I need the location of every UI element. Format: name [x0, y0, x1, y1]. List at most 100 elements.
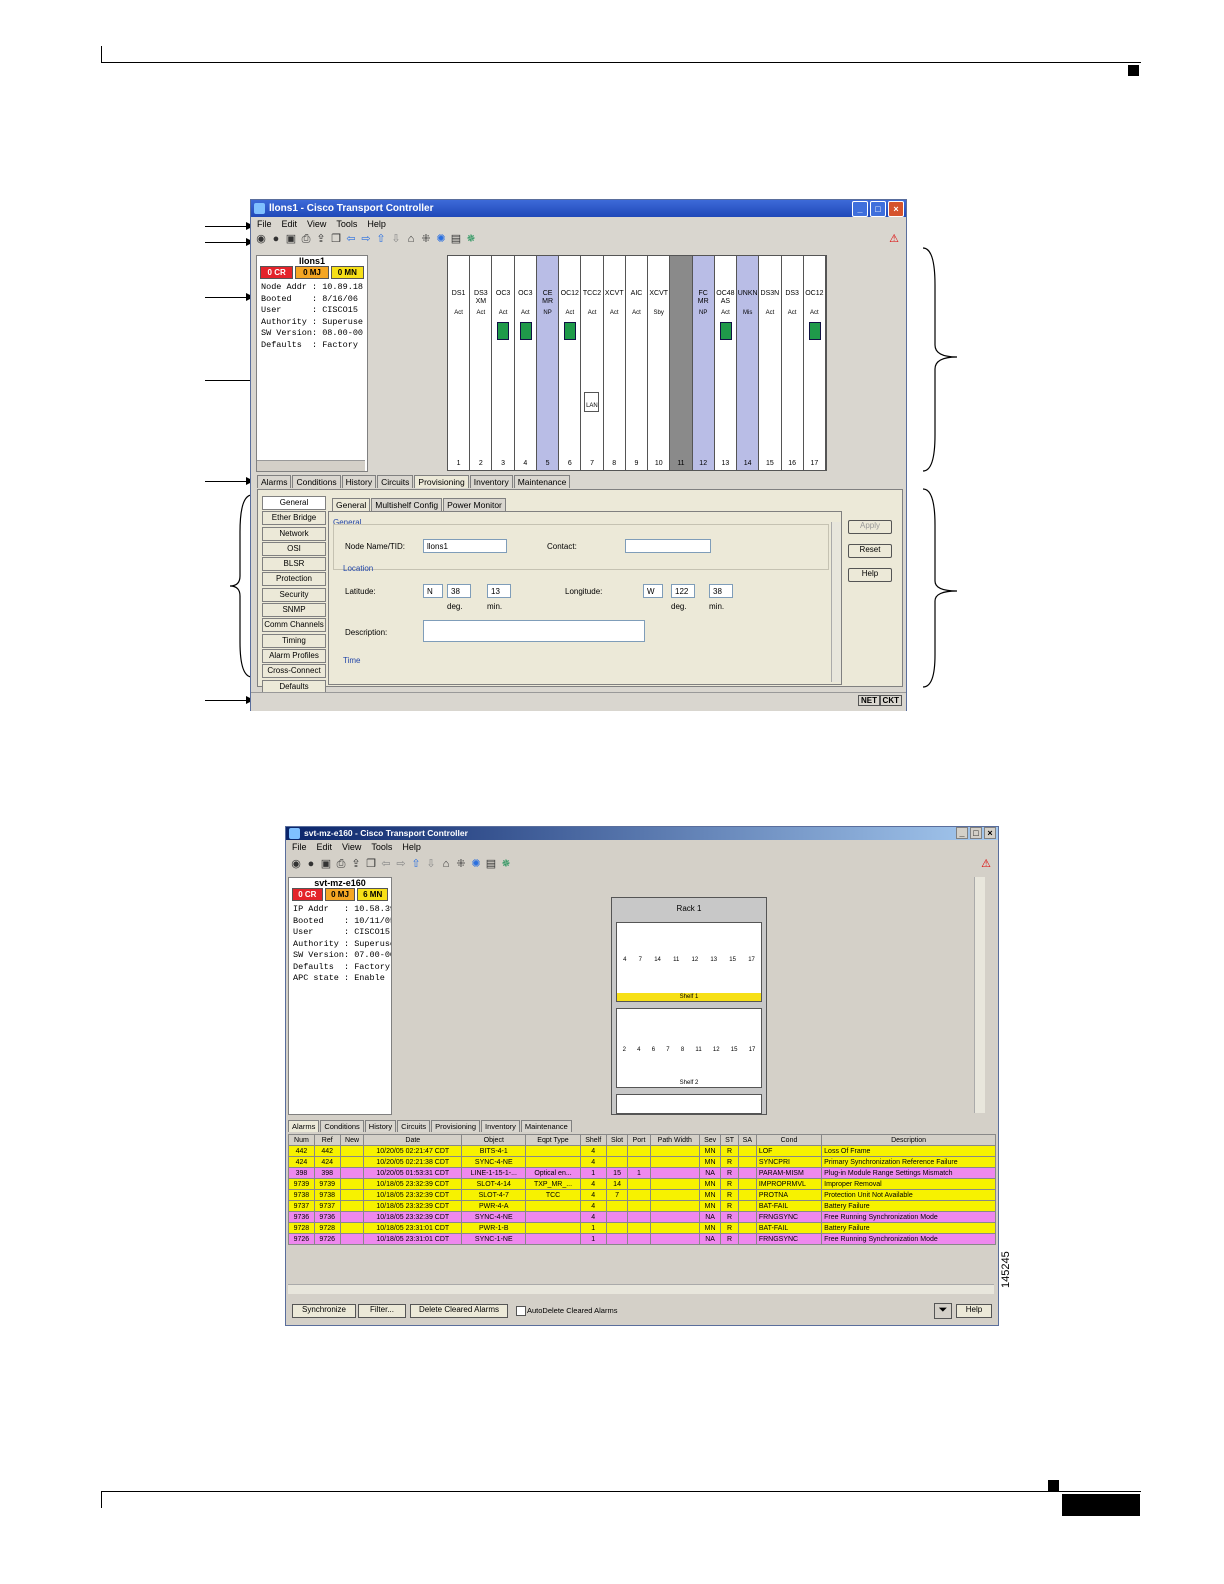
menu-file-2[interactable]: File	[292, 842, 307, 852]
subtab-multishelf[interactable]: Multishelf Config	[371, 498, 443, 511]
sidebar-button-security[interactable]: Security	[262, 587, 326, 602]
card-slot-16[interactable]: DS3 Act 16	[781, 256, 804, 470]
stop-icon-2[interactable]: ●	[305, 858, 317, 870]
card-slot-6[interactable]: OC12 Act 6	[559, 256, 582, 470]
column-header[interactable]: Port	[627, 1134, 651, 1146]
longitude-direction-select[interactable]: W	[643, 584, 663, 598]
form-scrollbar[interactable]	[831, 522, 841, 682]
alarm-warning-icon[interactable]: ⚠	[888, 233, 900, 245]
table-row[interactable]: 9738 9738 10/18/05 23:32:39 CDT SLOT-4-7 TCC…	[288, 1189, 996, 1201]
sidebar-button-timing[interactable]: Timing	[262, 633, 326, 648]
card-slot-10[interactable]: XCVT Sby 10	[648, 256, 671, 470]
down-icon-2[interactable]: ⇩	[425, 858, 437, 870]
shelf-3[interactable]	[616, 1094, 762, 1114]
help-button-2[interactable]: Help	[956, 1304, 992, 1318]
longitude-minutes-field[interactable]: 38	[709, 584, 733, 598]
tab-circuits-2[interactable]: Circuits	[397, 1120, 431, 1132]
column-header[interactable]: Num	[288, 1134, 315, 1146]
sidebar-button-blsr[interactable]: BLSR	[262, 557, 326, 572]
longitude-degrees-field[interactable]: 122	[671, 584, 695, 598]
forward-icon[interactable]: ⇨	[360, 233, 372, 245]
network-view-icon[interactable]: ◉	[255, 233, 267, 245]
column-header[interactable]: Slot	[605, 1134, 629, 1146]
help-button[interactable]: Help	[848, 568, 892, 582]
table-row[interactable]: 398 398 10/20/05 01:53:31 CDT LINE-1-15-1-.…	[288, 1167, 996, 1179]
sidebar-button-comm-channels[interactable]: Comm Channels	[262, 618, 326, 633]
card-slot-14[interactable]: UNKN Mis 14	[737, 256, 760, 470]
table-row[interactable]: 9737 9737 10/18/05 23:32:39 CDT PWR-4-A 4 MN R…	[288, 1200, 996, 1212]
latitude-degrees-field[interactable]: 38	[447, 584, 471, 598]
column-header[interactable]: Eqpt Type	[525, 1134, 581, 1146]
card-slot-17[interactable]: OC12 Act 17	[803, 256, 826, 470]
card-slot-4[interactable]: OC3 Act 4	[514, 256, 537, 470]
topology-icon-2[interactable]: ⁜	[455, 858, 467, 870]
tab-maintenance-2[interactable]: Maintenance	[520, 1120, 572, 1132]
subtab-general[interactable]: General	[332, 498, 371, 511]
reset-button[interactable]: Reset	[848, 544, 892, 558]
apply-button[interactable]: Apply	[848, 520, 892, 534]
maximize-button[interactable]: □	[870, 201, 886, 217]
table-row[interactable]: 442 442 10/20/05 02:21:47 CDT BITS-4-1 4 MN R L…	[288, 1145, 996, 1157]
tab-alarms[interactable]: Alarms	[257, 475, 292, 488]
card-slot-11[interactable]: 11	[670, 256, 693, 470]
refresh-icon[interactable]: ✵	[465, 233, 477, 245]
card-slot-12[interactable]: FC MR NP 12	[692, 256, 715, 470]
lock-icon-2[interactable]: ▣	[320, 858, 332, 870]
tab-provisioning-2[interactable]: Provisioning	[431, 1120, 481, 1132]
sidebar-button-cross-connect[interactable]: Cross-Connect	[262, 664, 326, 679]
card-slot-8[interactable]: XCVT Act 8	[603, 256, 626, 470]
home-icon[interactable]: ⌂	[405, 233, 417, 245]
delete-cleared-alarms-button[interactable]: Delete Cleared Alarms	[410, 1304, 508, 1318]
column-header[interactable]: Path Width	[649, 1134, 700, 1146]
close-button[interactable]: ×	[888, 201, 904, 217]
card-slot-2[interactable]: DS3 XM Act 2	[470, 256, 493, 470]
subtab-power-monitor[interactable]: Power Monitor	[443, 498, 506, 511]
home-icon-2[interactable]: ⌂	[440, 858, 452, 870]
copy-icon[interactable]: ❐	[330, 233, 342, 245]
stop-icon[interactable]: ●	[270, 233, 282, 245]
card-slot-15[interactable]: DS3N Act 15	[759, 256, 782, 470]
column-header[interactable]: Date	[363, 1134, 463, 1146]
refresh-icon-2[interactable]: ✵	[500, 858, 512, 870]
down-icon[interactable]: ⇩	[390, 233, 402, 245]
back-icon[interactable]: ⇦	[345, 233, 357, 245]
up-icon-2[interactable]: ⇧	[410, 858, 422, 870]
menu-tools-2[interactable]: Tools	[371, 842, 392, 852]
menu-help-2[interactable]: Help	[402, 842, 421, 852]
menu-help[interactable]: Help	[367, 219, 386, 229]
tab-alarms-2[interactable]: Alarms	[288, 1120, 320, 1132]
contact-field[interactable]	[625, 539, 711, 553]
sidebar-button-snmp[interactable]: SNMP	[262, 603, 326, 618]
minimize-button[interactable]: _	[852, 201, 868, 217]
latitude-minutes-field[interactable]: 13	[487, 584, 511, 598]
column-header[interactable]: ST	[720, 1134, 739, 1146]
description-field[interactable]	[423, 620, 645, 642]
node-name-field[interactable]: llons1	[423, 539, 507, 553]
table-row[interactable]: 9728 9728 10/18/05 23:31:01 CDT PWR-1-B 1 MN R…	[288, 1222, 996, 1234]
close-button-2[interactable]: ×	[984, 827, 996, 839]
menu-edit-2[interactable]: Edit	[317, 842, 333, 852]
tab-maintenance[interactable]: Maintenance	[513, 475, 571, 488]
table-row[interactable]: 9739 9739 10/18/05 23:32:39 CDT SLOT-4-14 TX…	[288, 1178, 996, 1190]
shelf-icon-2[interactable]: ▤	[485, 858, 497, 870]
export-icon-2[interactable]: ⇪	[350, 858, 362, 870]
print-icon[interactable]: ⎙	[300, 233, 312, 245]
lock-icon[interactable]: ▣	[285, 233, 297, 245]
filter-funnel-icon[interactable]: ⏷	[934, 1303, 952, 1319]
tab-history-2[interactable]: History	[364, 1120, 397, 1132]
menu-view-2[interactable]: View	[342, 842, 361, 852]
tab-conditions-2[interactable]: Conditions	[320, 1120, 364, 1132]
table-row[interactable]: 9726 9726 10/18/05 23:31:01 CDT SYNC-1-NE 1 N…	[288, 1233, 996, 1245]
card-slot-3[interactable]: OC3 Act 3	[492, 256, 515, 470]
autodelete-checkbox[interactable]	[516, 1306, 526, 1316]
tab-inventory-2[interactable]: Inventory	[481, 1120, 520, 1132]
tab-provisioning[interactable]: Provisioning	[414, 475, 469, 488]
column-header[interactable]: SA	[737, 1134, 757, 1146]
tab-history[interactable]: History	[341, 475, 377, 488]
card-slot-5[interactable]: CE MR NP 5	[536, 256, 560, 470]
minimize-button-2[interactable]: _	[956, 827, 968, 839]
card-slot-7[interactable]: TCC2 Act LAN 7	[581, 256, 604, 470]
menu-edit[interactable]: Edit	[282, 219, 298, 229]
shelf-1[interactable]: 4 7 14 11 12 13 15 17 Shelf 1	[616, 922, 762, 1002]
column-header[interactable]: New	[339, 1134, 365, 1146]
